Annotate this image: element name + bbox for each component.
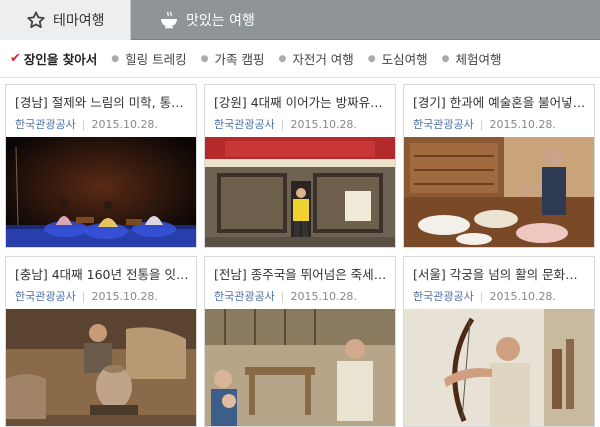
hangwa-artisan-photo — [404, 137, 594, 247]
card-source: 한국관광공사 — [214, 290, 275, 303]
card-meta: 한국관광공사 | 2015.10.28. — [413, 116, 556, 132]
check-icon: ✔ — [10, 51, 21, 66]
card-date: 2015.10.28. — [489, 290, 556, 303]
card-title: [전남] 종주국을 뛰어넘은 죽세공예 — [214, 267, 389, 282]
tab-food-travel-label: 맛있는 여행 — [186, 13, 255, 29]
filter-city-travel[interactable]: ● 도심여행 — [368, 49, 428, 68]
bullet-icon: ● — [278, 53, 287, 64]
card-meta: 한국관광공사 | 2015.10.28. — [15, 288, 158, 304]
filter-experience-travel[interactable]: ● 체험여행 — [442, 49, 502, 68]
article-card[interactable]: [경남] 절제와 느림의 미학, 통영 ... 한국관광공사 | 2015.10.2… — [5, 84, 197, 248]
meta-divider: | — [280, 118, 285, 131]
filter-label: 도심여행 — [381, 52, 428, 67]
tab-theme-travel-label: 테마여행 — [53, 13, 105, 29]
card-meta: 한국관광공사 | 2015.10.28. — [214, 288, 357, 304]
filter-label: 가족 캠핑 — [214, 52, 265, 67]
meta-divider: | — [81, 118, 86, 131]
card-source: 한국관광공사 — [413, 290, 474, 303]
card-meta: 한국관광공사 | 2015.10.28. — [214, 116, 357, 132]
craft-family-photo — [205, 309, 395, 426]
filter-healing-trekking[interactable]: ● 힐링 트레킹 — [111, 49, 186, 68]
tab-theme-travel[interactable]: 테마여행 — [0, 0, 131, 40]
meta-divider: | — [479, 118, 484, 131]
card-date: 2015.10.28. — [91, 118, 158, 131]
bow-maker-photo — [404, 309, 594, 426]
card-title: [경기] 한과에 예술혼을 불어넣은 장인 — [413, 95, 588, 110]
card-title: [충남] 4대째 160년 전통을 잇는 옹기 — [15, 267, 190, 282]
filter-artisan[interactable]: ✔ 장인을 찾아서 — [10, 49, 97, 68]
card-title: [경남] 절제와 느림의 미학, 통영 ... — [15, 95, 190, 110]
filter-label: 장인을 찾아서 — [23, 52, 98, 67]
star-icon — [26, 10, 46, 30]
tab-food-travel[interactable]: 맛있는 여행 — [131, 0, 281, 40]
bullet-icon: ● — [111, 53, 120, 64]
card-date: 2015.10.28. — [91, 290, 158, 303]
filter-label: 자전거 여행 — [292, 52, 354, 67]
rice-bowl-icon — [159, 10, 179, 30]
card-meta: 한국관광공사 | 2015.10.28. — [15, 116, 158, 132]
card-meta: 한국관광공사 | 2015.10.28. — [413, 288, 556, 304]
card-source: 한국관광공사 — [15, 118, 76, 131]
filter-bicycle-travel[interactable]: ● 자전거 여행 — [278, 49, 353, 68]
filter-label: 체험여행 — [455, 52, 502, 67]
card-title: [서울] 각궁을 넘의 활의 문화를 잇다 — [413, 267, 588, 282]
pottery-wheel-photo — [6, 309, 196, 426]
article-card[interactable]: [경기] 한과에 예술혼을 불어넣은 장인 한국관광공사 | 2015.10.28. — [403, 84, 595, 248]
workshop-storefront-photo — [205, 137, 395, 247]
theme-tab-bar: 테마여행 맛있는 여행 — [0, 0, 600, 40]
meta-divider: | — [81, 290, 86, 303]
article-card[interactable]: [충남] 4대째 160년 전통을 잇는 옹기 한국관광공사 | 2015.10.2… — [5, 256, 197, 427]
stage-performance-photo — [6, 137, 196, 247]
article-card[interactable]: [강원] 4대째 이어가는 방짜유기 공방 한국관광공사 | 2015.10.28. — [204, 84, 396, 248]
bullet-icon: ● — [200, 53, 209, 64]
card-date: 2015.10.28. — [290, 290, 357, 303]
article-card[interactable]: [전남] 종주국을 뛰어넘은 죽세공예 한국관광공사 | 2015.10.28. — [204, 256, 396, 427]
bullet-icon: ● — [441, 53, 450, 64]
meta-divider: | — [479, 290, 484, 303]
card-source: 한국관광공사 — [15, 290, 76, 303]
bullet-icon: ● — [367, 53, 376, 64]
meta-divider: | — [280, 290, 285, 303]
card-date: 2015.10.28. — [290, 118, 357, 131]
card-date: 2015.10.28. — [489, 118, 556, 131]
card-title: [강원] 4대째 이어가는 방짜유기 공방 — [214, 95, 389, 110]
filter-label: 힐링 트레킹 — [125, 52, 187, 67]
theme-filter-nav: ✔ 장인을 찾아서 ● 힐링 트레킹 ● 가족 캠핑 ● 자전거 여행 ● 도심… — [0, 40, 600, 78]
card-source: 한국관광공사 — [214, 118, 275, 131]
filter-family-camping[interactable]: ● 가족 캠핑 — [201, 49, 265, 68]
article-card[interactable]: [서울] 각궁을 넘의 활의 문화를 잇다 한국관광공사 | 2015.10.28. — [403, 256, 595, 427]
card-source: 한국관광공사 — [413, 118, 474, 131]
